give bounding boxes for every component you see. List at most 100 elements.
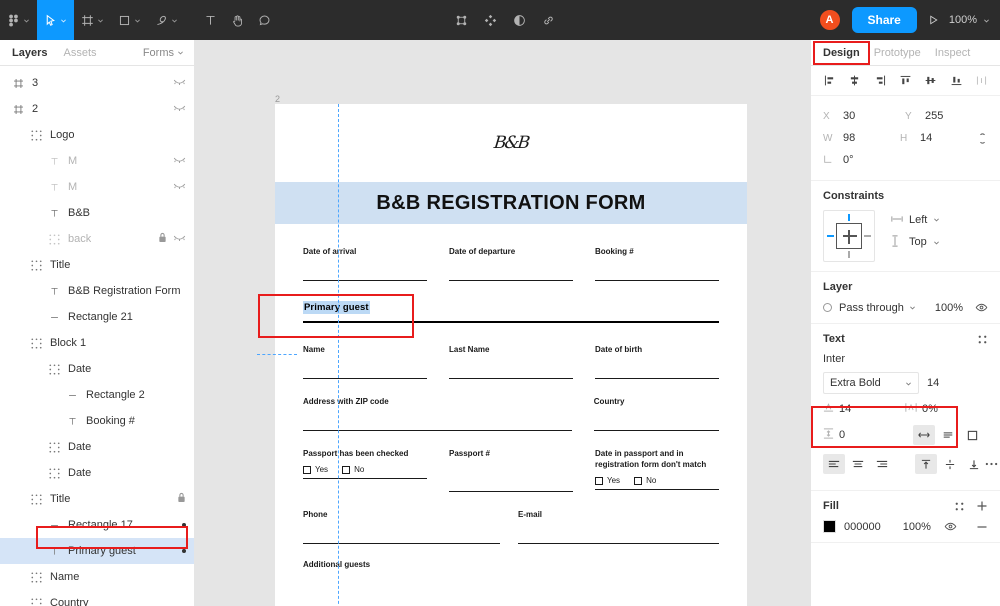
tab-design[interactable]: Design (823, 47, 860, 59)
link-icon[interactable] (542, 14, 555, 27)
layer-row-m[interactable]: M (0, 174, 194, 200)
constraint-horizontal-select[interactable]: Left (891, 214, 940, 226)
text-align-bottom-icon[interactable] (963, 454, 985, 474)
fill-hex-value[interactable]: 000000 (844, 521, 881, 533)
align-right-icon[interactable] (874, 74, 887, 87)
fixed-size-icon[interactable] (961, 425, 983, 445)
field-last-name[interactable]: Last Name (449, 344, 573, 379)
auto-height-icon[interactable] (937, 425, 959, 445)
eye-icon[interactable] (975, 301, 988, 314)
constraint-vertical-select[interactable]: Top (891, 234, 940, 250)
blend-mode-value[interactable]: Pass through (839, 302, 904, 314)
design-canvas[interactable]: 2 B&B B&B REGISTRATION FORM Date of arri… (195, 40, 810, 606)
text-align-center-icon[interactable] (847, 454, 869, 474)
layer-row-b-b[interactable]: B&B (0, 200, 194, 226)
layer-row-2[interactable]: 2 (0, 96, 194, 122)
layer-row-block-1[interactable]: Block 1 (0, 330, 194, 356)
fill-opacity-value[interactable]: 100% (903, 521, 931, 533)
layer-row-3[interactable]: 3 (0, 70, 194, 96)
field-date-of-birth[interactable]: Date of birth (595, 344, 719, 379)
text-align-middle-icon[interactable] (939, 454, 961, 474)
share-button[interactable]: Share (851, 7, 917, 33)
field-date-mismatch[interactable]: Date in passport and in registration for… (595, 448, 719, 492)
height-field[interactable]: H 14 (900, 132, 977, 144)
lock-icon[interactable] (177, 492, 186, 506)
hidden-eye-icon[interactable] (173, 233, 186, 245)
layer-row-b-b-registration-form[interactable]: B&B Registration Form (0, 278, 194, 304)
x-field[interactable]: X 30 (823, 110, 905, 122)
layer-row-country[interactable]: Country (0, 590, 194, 606)
tab-layers[interactable]: Layers (12, 47, 47, 59)
hidden-eye-icon[interactable] (173, 155, 186, 167)
distribute-icon[interactable] (975, 74, 988, 87)
move-tool-icon[interactable] (37, 0, 74, 40)
text-tool-icon[interactable] (197, 0, 224, 40)
layer-row-rectangle-21[interactable]: Rectangle 21 (0, 304, 194, 330)
field-name[interactable]: Name (303, 344, 427, 379)
font-weight-select[interactable]: Extra Bold (823, 372, 919, 394)
primary-guest-label[interactable]: Primary guest (303, 301, 370, 314)
fill-eye-icon[interactable] (944, 520, 957, 533)
hidden-eye-icon[interactable] (173, 181, 186, 193)
align-top-icon[interactable] (899, 74, 912, 87)
letter-spacing-field[interactable]: 0% (905, 402, 987, 416)
layer-row-date[interactable]: Date (0, 356, 194, 382)
layer-row-rectangle-2[interactable]: Rectangle 2 (0, 382, 194, 408)
align-vertical-center-icon[interactable] (924, 74, 937, 87)
layer-row-logo[interactable]: Logo (0, 122, 194, 148)
layer-row-name[interactable]: Name (0, 564, 194, 590)
checkbox-yes[interactable]: Yes (595, 476, 620, 485)
constrain-proportions-icon[interactable] (977, 132, 988, 145)
layer-row-date[interactable]: Date (0, 434, 194, 460)
paragraph-spacing-field[interactable]: 0 (823, 428, 905, 442)
field-email[interactable]: E-mail (518, 509, 719, 544)
layer-row-booking[interactable]: Booking # (0, 408, 194, 434)
field-date-of-arrival[interactable]: Date of arrival (303, 246, 427, 281)
avatar[interactable]: A (817, 8, 842, 32)
line-height-field[interactable]: 14 (823, 402, 905, 416)
figma-menu-icon[interactable] (0, 0, 37, 40)
present-play-icon[interactable] (927, 14, 939, 26)
hidden-eye-icon[interactable] (173, 77, 186, 89)
field-phone[interactable]: Phone (303, 509, 500, 544)
plugin-icon[interactable] (484, 14, 497, 27)
checkbox-yes[interactable]: Yes (303, 465, 328, 474)
text-align-top-icon[interactable] (915, 454, 937, 474)
zoom-control[interactable]: 100% (949, 14, 990, 26)
create-component-icon[interactable] (455, 14, 468, 27)
field-country[interactable]: Country (593, 396, 719, 431)
field-date-of-departure[interactable]: Date of departure (449, 246, 573, 281)
y-field[interactable]: Y 255 (905, 110, 987, 122)
checkbox-no[interactable]: No (342, 465, 364, 474)
rotation-field[interactable]: 0° (823, 154, 905, 167)
tab-prototype[interactable]: Prototype (874, 47, 921, 59)
checkbox-no[interactable]: No (634, 476, 656, 485)
layer-row-primary-guest[interactable]: Primary guest (0, 538, 194, 564)
font-family-value[interactable]: Inter (823, 353, 988, 365)
more-options-icon[interactable] (985, 461, 998, 467)
layer-row-date[interactable]: Date (0, 460, 194, 486)
mask-icon[interactable] (513, 14, 526, 27)
hand-tool-icon[interactable] (224, 0, 251, 40)
align-left-icon[interactable] (823, 74, 836, 87)
auto-width-icon[interactable] (913, 425, 935, 445)
tab-inspect[interactable]: Inspect (935, 47, 970, 59)
layer-opacity-value[interactable]: 100% (935, 302, 963, 314)
field-address[interactable]: Address with ZIP code (303, 396, 572, 431)
comment-tool-icon[interactable] (251, 0, 278, 40)
field-passport-number[interactable]: Passport # (449, 448, 573, 492)
lock-icon[interactable] (158, 232, 167, 246)
layer-row-rectangle-17[interactable]: Rectangle 17 (0, 512, 194, 538)
hidden-eye-icon[interactable] (173, 103, 186, 115)
align-bottom-icon[interactable] (950, 74, 963, 87)
layer-row-back[interactable]: back (0, 226, 194, 252)
text-align-right-icon[interactable] (871, 454, 893, 474)
shape-tool-icon[interactable] (111, 0, 148, 40)
frame-tool-icon[interactable] (74, 0, 111, 40)
text-align-left-icon[interactable] (823, 454, 845, 474)
layer-row-title[interactable]: Title (0, 486, 194, 512)
remove-fill-icon[interactable] (976, 521, 988, 533)
layer-row-m[interactable]: M (0, 148, 194, 174)
fill-color-swatch[interactable] (823, 520, 836, 533)
tab-assets[interactable]: Assets (63, 47, 96, 59)
